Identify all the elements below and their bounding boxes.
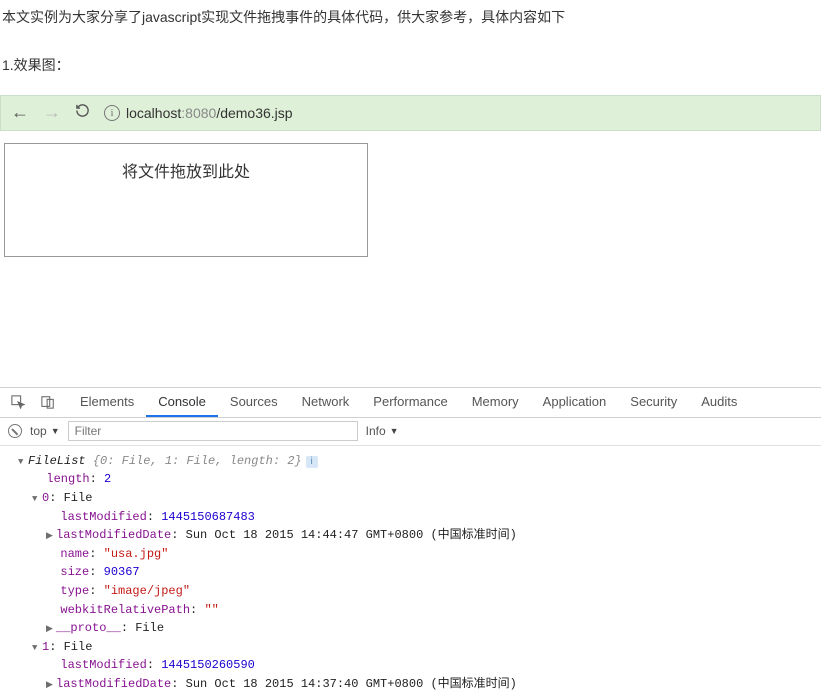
prop-key: type xyxy=(60,584,89,598)
object-name: FileList xyxy=(28,454,93,468)
prop-value: Sun Oct 18 2015 14:37:40 GMT+0800 (中国标准时… xyxy=(186,677,517,691)
console-row: type: "image/jpeg" xyxy=(46,582,821,601)
prop-value: File xyxy=(64,640,93,654)
prop-value: Sun Oct 18 2015 14:44:47 GMT+0800 (中国标准时… xyxy=(186,528,517,542)
tab-sources[interactable]: Sources xyxy=(218,387,290,417)
console-filter-bar: top ▼ Info ▼ xyxy=(0,418,821,446)
console-row: name: "usa.jpg" xyxy=(46,545,821,564)
prop-key: 1 xyxy=(42,640,49,654)
console-row: lastModified: 1445150260590 xyxy=(46,656,821,675)
object-summary: {0: File, 1: File, length: 2} xyxy=(93,454,302,468)
tab-console[interactable]: Console xyxy=(146,387,218,417)
tab-network[interactable]: Network xyxy=(290,387,362,417)
device-toggle-icon[interactable] xyxy=(38,392,58,412)
console-row[interactable]: 0: File xyxy=(32,489,821,508)
url-host: localhost xyxy=(126,105,181,121)
browser-toolbar: ← → i localhost:8080/demo36.jsp xyxy=(0,95,821,131)
prop-value: "image/jpeg" xyxy=(104,584,190,598)
console-row[interactable]: 1: File xyxy=(32,638,821,657)
prop-key: lastModifiedDate xyxy=(56,677,171,691)
dropzone-label: 将文件拖放到此处 xyxy=(122,164,250,181)
console-row[interactable]: lastModifiedDate: Sun Oct 18 2015 14:37:… xyxy=(46,675,821,694)
tab-elements[interactable]: Elements xyxy=(68,387,146,417)
log-level-label: Info xyxy=(366,424,386,438)
prop-key: lastModified xyxy=(60,658,146,672)
reload-icon[interactable] xyxy=(75,103,90,122)
tab-memory[interactable]: Memory xyxy=(460,387,531,417)
console-row[interactable]: FileList {0: File, 1: File, length: 2} i xyxy=(18,452,821,471)
prop-value: 1445150687483 xyxy=(161,510,255,524)
tab-application[interactable]: Application xyxy=(531,387,619,417)
console-row: size: 90367 xyxy=(46,563,821,582)
prop-key: webkitRelativePath xyxy=(60,603,190,617)
dropdown-icon: ▼ xyxy=(51,426,60,436)
filter-input[interactable] xyxy=(68,421,358,441)
forward-icon[interactable]: → xyxy=(43,102,61,123)
site-info-icon[interactable]: i xyxy=(104,105,120,121)
prop-value: File xyxy=(64,491,93,505)
inspect-element-icon[interactable] xyxy=(8,392,28,412)
prop-key: length xyxy=(46,472,89,486)
dropdown-icon: ▼ xyxy=(390,426,399,436)
clear-console-icon[interactable] xyxy=(8,424,22,438)
log-level-selector[interactable]: Info ▼ xyxy=(366,424,399,438)
console-row: length: 2 xyxy=(32,470,821,489)
console-row: webkitRelativePath: "" xyxy=(46,601,821,620)
back-icon[interactable]: ← xyxy=(11,102,29,123)
devtools-tabbar: Elements Console Sources Network Perform… xyxy=(0,388,821,418)
devtools-panel: Elements Console Sources Network Perform… xyxy=(0,387,821,700)
article-paragraph: 1.效果图： xyxy=(2,54,821,76)
article-paragraph: 本文实例为大家分享了javascript实现文件拖拽事件的具体代码，供大家参考，… xyxy=(2,6,821,28)
context-selector[interactable]: top ▼ xyxy=(30,424,60,438)
console-row[interactable]: __proto__: File xyxy=(46,619,821,638)
prop-value: "usa.jpg" xyxy=(104,547,169,561)
context-label: top xyxy=(30,424,47,438)
console-row: lastModified: 1445150687483 xyxy=(46,508,821,527)
console-row[interactable]: lastModifiedDate: Sun Oct 18 2015 14:44:… xyxy=(46,526,821,545)
tab-performance[interactable]: Performance xyxy=(361,387,459,417)
prop-value: 2 xyxy=(104,472,111,486)
file-dropzone[interactable]: 将文件拖放到此处 xyxy=(4,143,368,257)
prop-key: lastModified xyxy=(60,510,146,524)
prop-value: 1445150260590 xyxy=(161,658,255,672)
prop-key: size xyxy=(60,565,89,579)
tab-security[interactable]: Security xyxy=(618,387,689,417)
prop-value: File xyxy=(135,621,164,635)
prop-key: name xyxy=(60,547,89,561)
prop-key: __proto__ xyxy=(56,621,121,635)
address-bar[interactable]: i localhost:8080/demo36.jsp xyxy=(104,105,293,121)
url-port: :8080 xyxy=(181,105,216,121)
url-path: /demo36.jsp xyxy=(216,105,292,121)
console-output: FileList {0: File, 1: File, length: 2}i … xyxy=(0,446,821,700)
tab-audits[interactable]: Audits xyxy=(689,387,749,417)
prop-value: 90367 xyxy=(104,565,140,579)
prop-key: lastModifiedDate xyxy=(56,528,171,542)
info-badge-icon[interactable]: i xyxy=(306,456,318,468)
prop-value: "" xyxy=(204,603,218,617)
